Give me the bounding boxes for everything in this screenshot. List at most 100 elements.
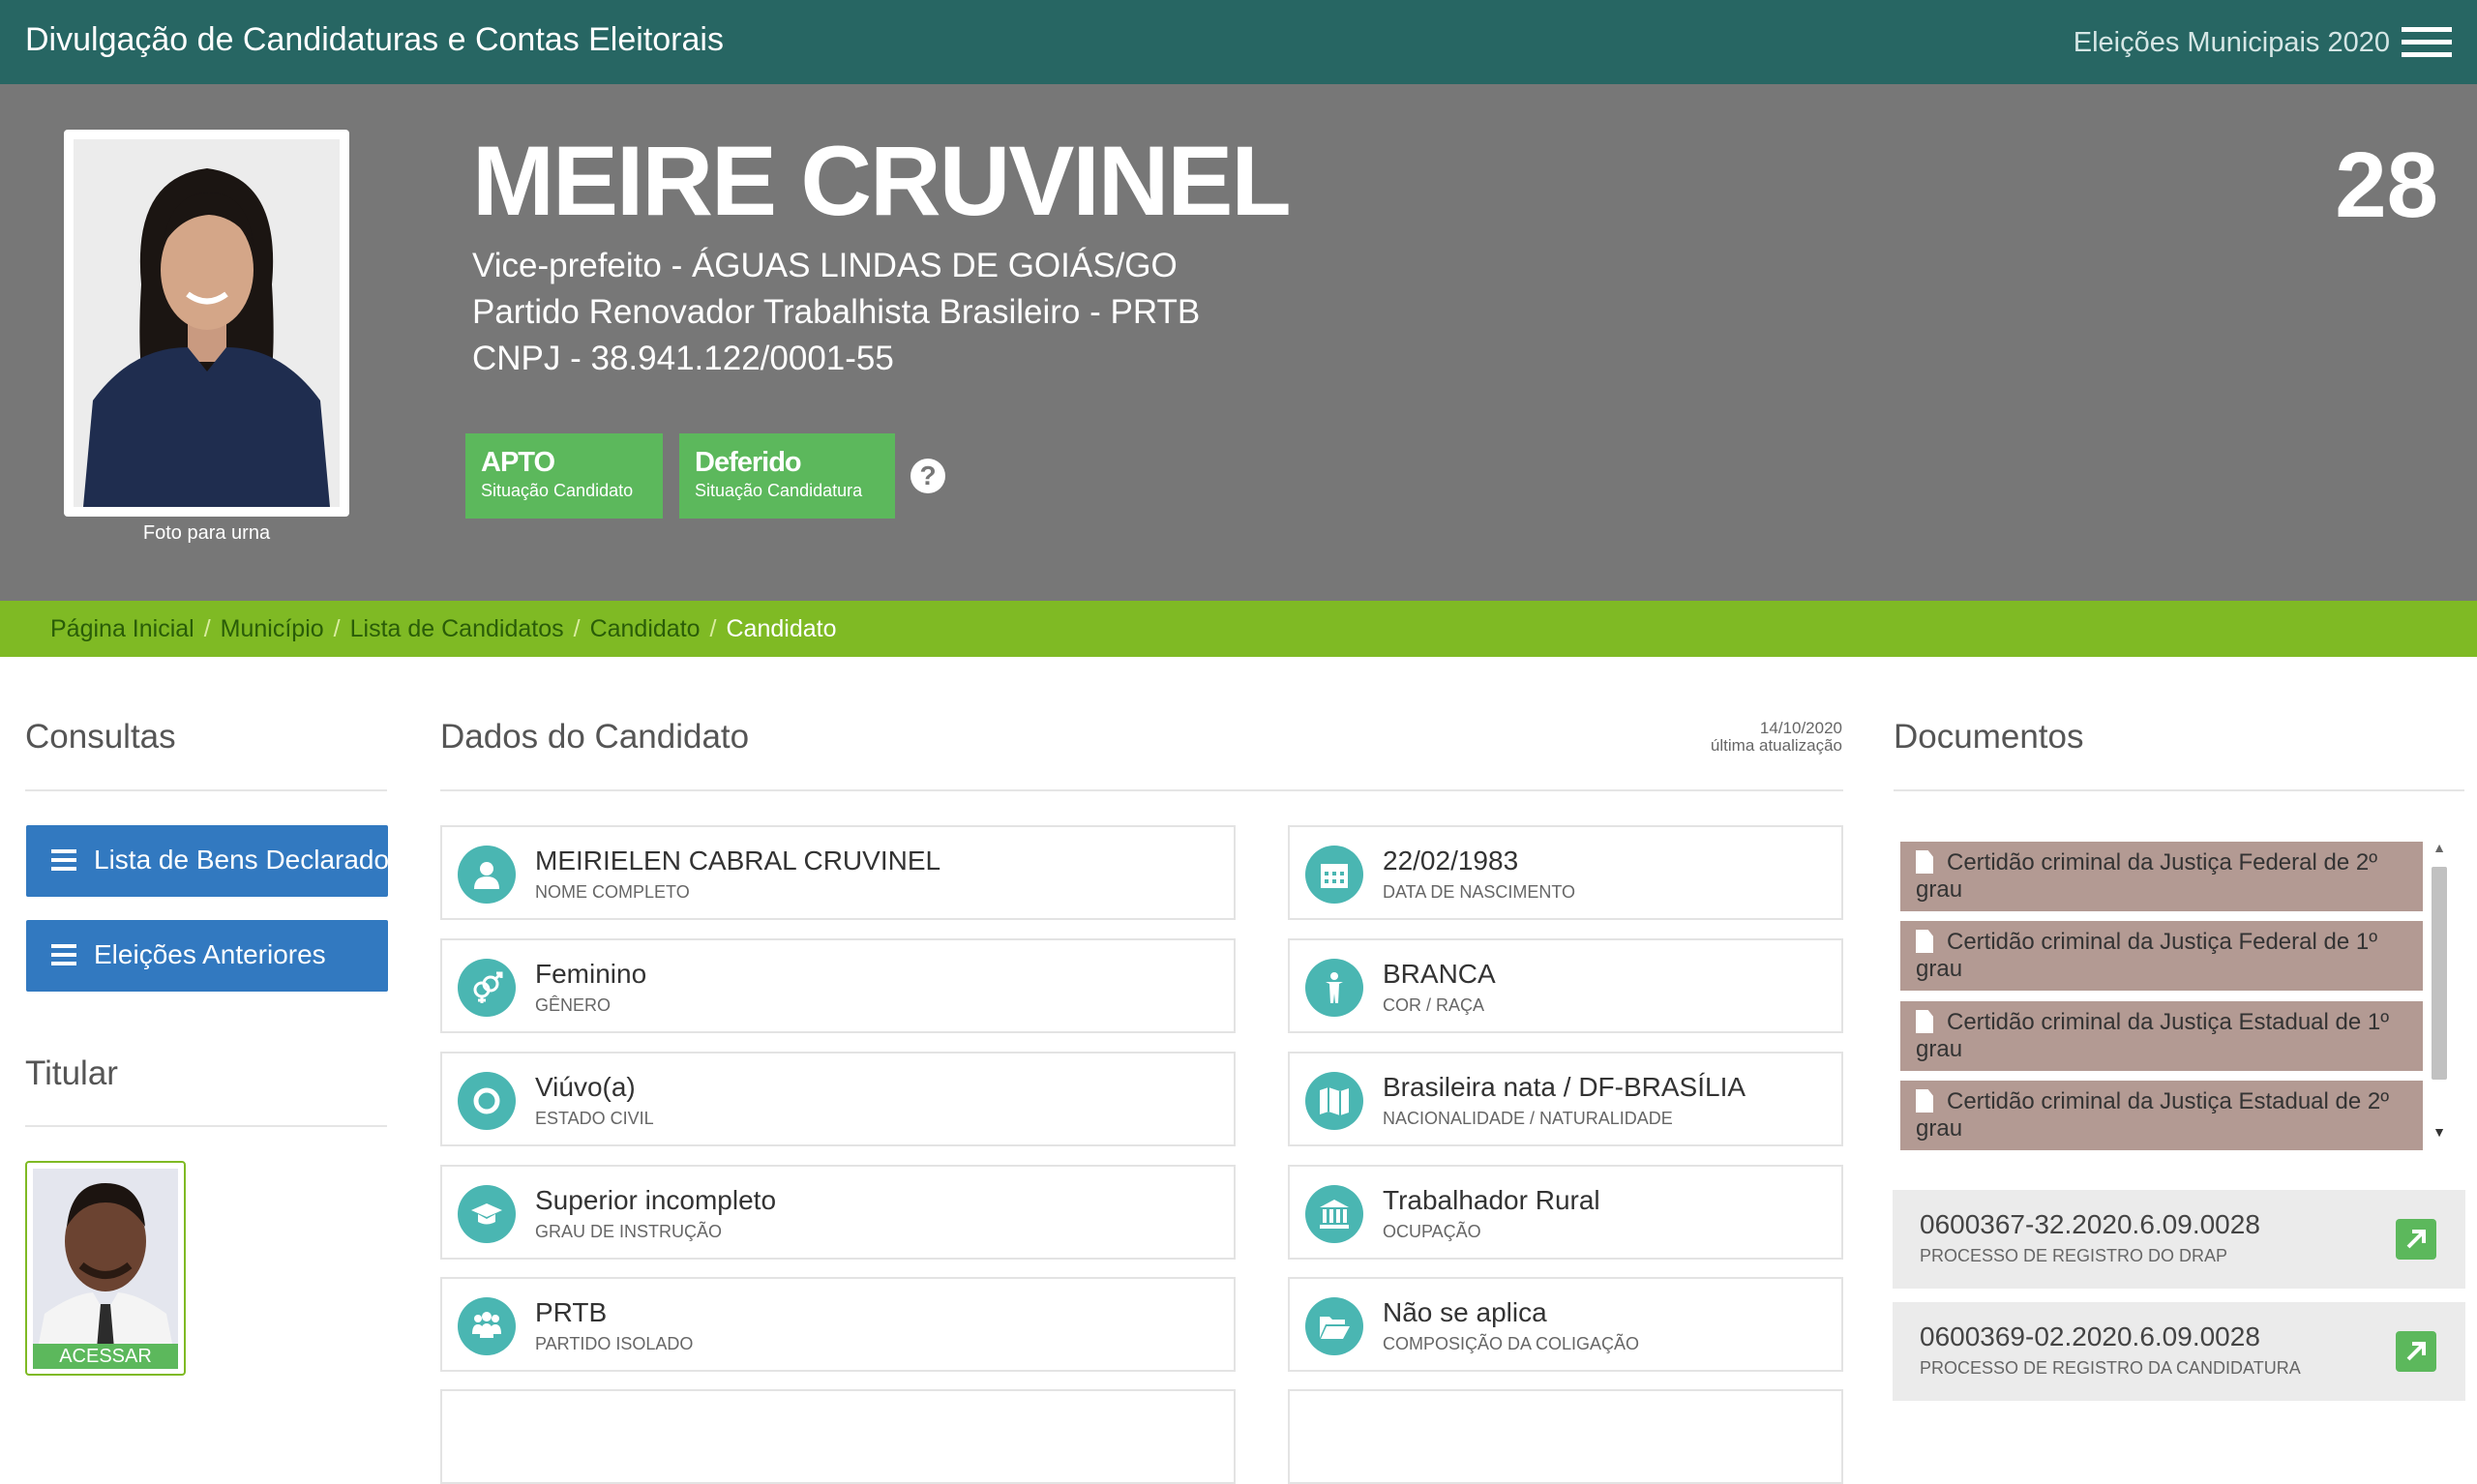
documents-scrollbar[interactable]: ▲ ▼	[2429, 840, 2450, 1145]
list-icon	[51, 849, 76, 871]
document-item[interactable]: Certidão criminal da Justiça Federal de …	[1900, 842, 2423, 911]
document-title-cont: grau	[1916, 1036, 1963, 1062]
candidate-photo-frame	[64, 130, 349, 517]
field-label: GRAU DE INSTRUÇÃO	[535, 1222, 723, 1241]
divider	[25, 789, 387, 791]
breadcrumb-candidate-list[interactable]: Lista de Candidatos	[350, 615, 564, 642]
scroll-thumb[interactable]	[2432, 867, 2447, 1080]
declared-assets-button[interactable]: Lista de Bens Declarados	[26, 825, 388, 897]
graduation-cap-icon	[458, 1185, 516, 1243]
document-title: Certidão criminal da Justiça Estadual de…	[1947, 1088, 2389, 1114]
previous-elections-button[interactable]: Eleições Anteriores	[26, 920, 388, 992]
breadcrumb-candidate[interactable]: Candidato	[590, 615, 701, 642]
map-icon	[1305, 1072, 1363, 1130]
process-number: 0600369-02.2020.6.09.0028	[1920, 1321, 2260, 1351]
candidate-name: MEIRE CRUVINEL	[472, 126, 1292, 236]
candidate-photo	[74, 139, 340, 507]
gender-icon	[458, 959, 516, 1017]
document-item[interactable]: Certidão criminal da Justiça Estadual de…	[1900, 1001, 2423, 1071]
breadcrumb-current: Candidato	[726, 615, 837, 642]
process-label: PROCESSO DE REGISTRO DA CANDIDATURA	[1920, 1358, 2301, 1378]
document-item[interactable]: Certidão criminal da Justiça Estadual de…	[1900, 1081, 2423, 1150]
field-label: COR / RAÇA	[1383, 995, 1485, 1015]
document-item[interactable]: Certidão criminal da Justiça Federal de …	[1900, 921, 2423, 991]
group-icon	[458, 1297, 516, 1355]
update-date-label: última atualização	[1710, 736, 1842, 755]
process-label: PROCESSO DE REGISTRO DO DRAP	[1920, 1246, 2228, 1265]
field-label: NOME COMPLETO	[535, 882, 690, 902]
calendar-icon	[1305, 846, 1363, 904]
breadcrumb-separator: /	[203, 615, 211, 642]
process-card-drap: 0600367-32.2020.6.09.0028 PROCESSO DE RE…	[1893, 1190, 2465, 1289]
documents-list[interactable]: Certidão criminal da Justiça Federal de …	[1900, 836, 2457, 1151]
button-label: Eleições Anteriores	[94, 939, 326, 969]
file-icon	[1916, 1089, 1933, 1113]
field-full-name: MEIRIELEN CABRAL CRUVINEL NOME COMPLETO	[440, 825, 1236, 920]
divider	[25, 1125, 387, 1127]
field-value: PRTB	[535, 1297, 608, 1327]
election-label: Eleições Municipais 2020	[2073, 27, 2390, 58]
folder-open-icon	[1305, 1297, 1363, 1355]
document-title: Certidão criminal da Justiça Estadual de…	[1947, 1009, 2389, 1035]
badge-value: Deferido	[695, 447, 802, 478]
candidate-number: 28	[2335, 134, 2438, 237]
field-nationality: Brasileira nata / DF-BRASÍLIA NACIONALID…	[1288, 1052, 1843, 1146]
field-partial	[1288, 1389, 1843, 1484]
file-icon	[1916, 1010, 1933, 1033]
person-standing-icon	[1305, 959, 1363, 1017]
field-gender: Feminino GÊNERO	[440, 938, 1236, 1033]
access-button[interactable]: ACESSAR	[33, 1344, 178, 1369]
titular-photo	[33, 1169, 178, 1349]
field-birth-date: 22/02/1983 DATA DE NASCIMENTO	[1288, 825, 1843, 920]
status-badge-candidacy: Deferido Situação Candidatura	[679, 433, 895, 519]
field-label: OCUPAÇÃO	[1383, 1222, 1481, 1241]
institution-icon	[1305, 1185, 1363, 1243]
app-title[interactable]: Divulgação de Candidaturas e Contas Elei…	[25, 21, 724, 59]
photo-caption: Foto para urna	[142, 522, 271, 544]
dados-title: Dados do Candidato	[440, 718, 750, 756]
field-party: PRTB PARTIDO ISOLADO	[440, 1277, 1236, 1372]
person-icon	[458, 846, 516, 904]
file-icon	[1916, 930, 1933, 953]
update-date-value: 14/10/2020	[1759, 719, 1842, 737]
ring-icon	[458, 1072, 516, 1130]
button-label: Lista de Bens Declarados	[94, 845, 388, 875]
titular-card[interactable]: ACESSAR	[25, 1161, 186, 1376]
field-label: ESTADO CIVIL	[535, 1109, 654, 1128]
field-value: 22/02/1983	[1383, 846, 1519, 876]
scroll-up-arrow-icon[interactable]: ▲	[2429, 840, 2450, 861]
list-icon	[51, 944, 76, 965]
consultas-title: Consultas	[25, 718, 176, 756]
document-title: Certidão criminal da Justiça Federal de …	[1947, 849, 2377, 876]
external-link-icon[interactable]	[2396, 1331, 2436, 1372]
document-title-cont: grau	[1916, 1115, 1963, 1142]
breadcrumb-home[interactable]: Página Inicial	[50, 615, 194, 642]
help-icon[interactable]: ?	[910, 459, 945, 493]
field-value: Não se aplica	[1383, 1297, 1547, 1327]
document-title: Certidão criminal da Justiça Federal de …	[1947, 929, 2377, 955]
external-link-icon[interactable]	[2396, 1219, 2436, 1260]
breadcrumb-separator: /	[709, 615, 717, 642]
badge-value: APTO	[481, 447, 555, 478]
field-education: Superior incompleto GRAU DE INSTRUÇÃO	[440, 1165, 1236, 1260]
field-value: Brasileira nata / DF-BRASÍLIA	[1383, 1072, 1746, 1102]
scroll-down-arrow-icon[interactable]: ▼	[2429, 1124, 2450, 1145]
documentos-title: Documentos	[1894, 718, 2084, 756]
candidate-party: Partido Renovador Trabalhista Brasileiro…	[472, 293, 1201, 331]
badge-label: Situação Candidato	[481, 481, 634, 500]
breadcrumb-municipio[interactable]: Município	[221, 615, 324, 642]
document-title-cont: grau	[1916, 876, 1963, 903]
top-bar: Divulgação de Candidaturas e Contas Elei…	[0, 0, 2477, 84]
process-card-candidatura: 0600369-02.2020.6.09.0028 PROCESSO DE RE…	[1893, 1302, 2465, 1401]
field-partial	[440, 1389, 1236, 1484]
field-label: GÊNERO	[535, 995, 612, 1015]
field-label: DATA DE NASCIMENTO	[1383, 882, 1576, 902]
field-label: PARTIDO ISOLADO	[535, 1334, 694, 1353]
field-value: MEIRIELEN CABRAL CRUVINEL	[535, 846, 941, 876]
menu-icon[interactable]	[2402, 27, 2452, 58]
field-value: Viúvo(a)	[535, 1072, 636, 1102]
breadcrumb-separator: /	[573, 615, 581, 642]
field-coalition: Não se aplica COMPOSIÇÃO DA COLIGAÇÃO	[1288, 1277, 1843, 1372]
field-race: BRANCA COR / RAÇA	[1288, 938, 1843, 1033]
file-icon	[1916, 850, 1933, 874]
